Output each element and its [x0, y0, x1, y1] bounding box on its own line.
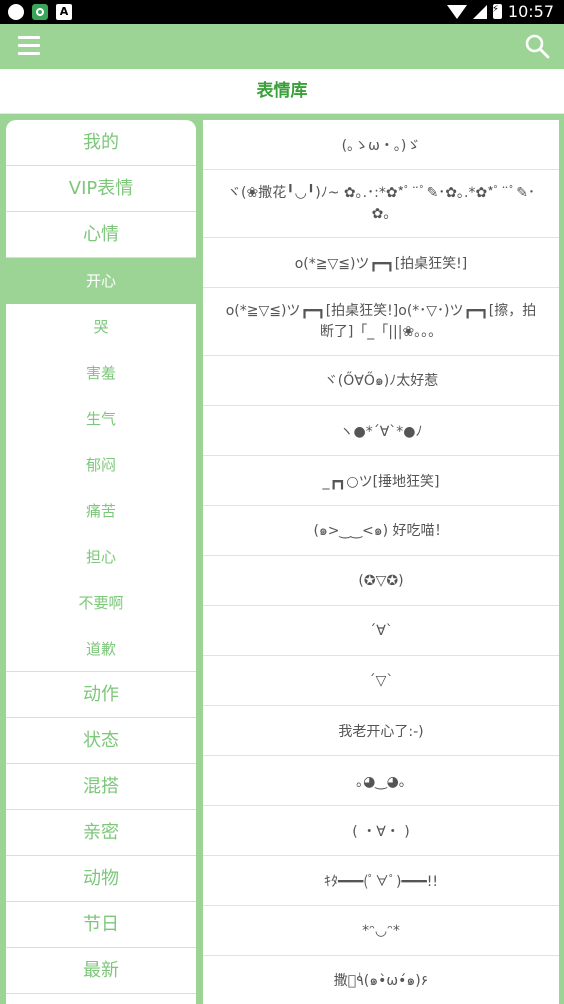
- emoticon-row[interactable]: _┏┓○ツ[捶地狂笑]: [203, 456, 559, 506]
- sidebar-subitem-angry[interactable]: 生气: [6, 396, 196, 442]
- emoticon-row[interactable]: 撒花ٰ٩(๑•̀ω•́๑)۶: [203, 956, 559, 1004]
- category-sidebar: 我的 VIP表情 心情 开心 哭 害羞 生气 郁闷 痛苦 担心 不要啊 道歉 动…: [6, 120, 196, 1004]
- sidebar-subitem-happy[interactable]: 开心: [6, 258, 196, 304]
- emoticon-row[interactable]: ´▽`: [203, 656, 559, 706]
- hamburger-menu-icon[interactable]: [18, 36, 40, 56]
- wifi-icon: [446, 4, 467, 19]
- status-time: 10:57: [507, 2, 554, 21]
- emoticon-row[interactable]: ´∀`: [203, 606, 559, 656]
- sidebar-item-animal[interactable]: 动物: [6, 856, 196, 902]
- emoticon-row[interactable]: o(*≧▽≦)ツ┏━┓[拍桌狂笑!]: [203, 238, 559, 288]
- emoticon-row[interactable]: (✪▽✪): [203, 556, 559, 606]
- emoticon-row[interactable]: ヾ(❀撒花╹◡╹)ﾉ~ ✿｡.･:*✿*ﾟ¨ﾟ✎･✿｡.*✿*ﾟ¨ﾟ✎･✿｡: [203, 170, 559, 238]
- title-bar: 表情库: [0, 69, 564, 114]
- emoticon-row[interactable]: ヽ●*´∀`*●ﾉ: [203, 406, 559, 456]
- sidebar-subitem-depressed[interactable]: 郁闷: [6, 442, 196, 488]
- sidebar-subitem-apology[interactable]: 道歉: [6, 626, 196, 672]
- emoticon-row[interactable]: ｷﾀ━━━(ﾟ∀ﾟ)━━━!!: [203, 856, 559, 906]
- emoticon-row[interactable]: ｡◕‿◕｡: [203, 756, 559, 806]
- notification-icons: A: [8, 4, 72, 20]
- emoticon-row[interactable]: ヾ(Ő∀Ő๑)ﾉ太好惹: [203, 356, 559, 406]
- emoticon-list: (｡ゝω・｡)ゞ ヾ(❀撒花╹◡╹)ﾉ~ ✿｡.･:*✿*ﾟ¨ﾟ✎･✿｡.*✿*…: [203, 120, 559, 1004]
- sidebar-item-mine[interactable]: 我的: [6, 120, 196, 166]
- emoticon-row[interactable]: 我老开心了:-): [203, 706, 559, 756]
- sidebar-item-newest[interactable]: 最新: [6, 948, 196, 994]
- emoticon-row[interactable]: o(*≧▽≦)ツ┏━┓[拍桌狂笑!]o(*･▽･)ツ┏━┓[擦，拍断了]「_「|…: [203, 288, 559, 356]
- a-notification-icon: A: [56, 4, 72, 20]
- search-icon[interactable]: [524, 33, 550, 59]
- sidebar-subitem-worry[interactable]: 担心: [6, 534, 196, 580]
- sidebar-item-vip[interactable]: VIP表情: [6, 166, 196, 212]
- sidebar-item-status[interactable]: 状态: [6, 718, 196, 764]
- notification-circle-icon: [8, 4, 24, 20]
- sidebar-subitem-cry[interactable]: 哭: [6, 304, 196, 350]
- emoticon-row[interactable]: ( ・∀・ ): [203, 806, 559, 856]
- sidebar-subitem-pain[interactable]: 痛苦: [6, 488, 196, 534]
- emoticon-row[interactable]: (๑>‿‿<๑) 好吃喵！: [203, 506, 559, 556]
- sidebar-item-intimate[interactable]: 亲密: [6, 810, 196, 856]
- app-notification-icon: [32, 4, 48, 20]
- sidebar-item-festival[interactable]: 节日: [6, 902, 196, 948]
- app-bar: [0, 24, 564, 69]
- sidebar-item-mixed[interactable]: 混搭: [6, 764, 196, 810]
- battery-charging-icon: [492, 4, 502, 19]
- system-icons: 10:57: [446, 2, 554, 21]
- sidebar-item-mood[interactable]: 心情: [6, 212, 196, 258]
- page-title: 表情库: [256, 81, 308, 101]
- sidebar-item-action[interactable]: 动作: [6, 672, 196, 718]
- sidebar-subitem-shy[interactable]: 害羞: [6, 350, 196, 396]
- emoticon-row[interactable]: *ᵔ◡ᵔ*: [203, 906, 559, 956]
- signal-icon: [472, 4, 487, 19]
- sidebar-subitem-no[interactable]: 不要啊: [6, 580, 196, 626]
- emoticon-row[interactable]: (｡ゝω・｡)ゞ: [203, 120, 559, 170]
- status-bar: A 10:57: [0, 0, 564, 24]
